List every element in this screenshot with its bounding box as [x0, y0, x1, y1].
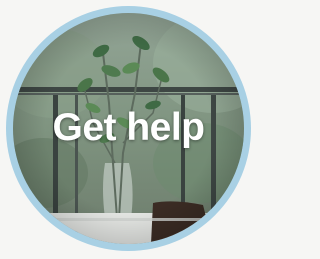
get-help-button[interactable]: Get help: [6, 6, 251, 251]
get-help-label: Get help: [52, 106, 205, 149]
page: Get help: [0, 0, 257, 259]
